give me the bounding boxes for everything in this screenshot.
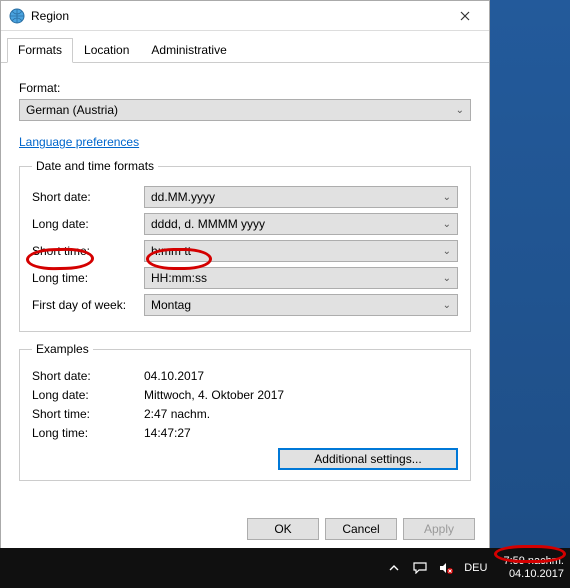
additional-settings-button[interactable]: Additional settings... — [278, 448, 458, 470]
long-date-value: dddd, d. MMMM yyyy — [151, 217, 265, 231]
ex-short-date-value: 04.10.2017 — [144, 369, 204, 383]
ex-long-time-label: Long time: — [32, 426, 144, 440]
long-date-label: Long date: — [32, 217, 144, 231]
taskbar: DEU 7:59 nachm. 04.10.2017 — [0, 548, 570, 588]
chevron-down-icon: ⌄ — [443, 192, 451, 203]
language-preferences-link[interactable]: Language preferences — [19, 135, 139, 149]
ex-long-time-value: 14:47:27 — [144, 426, 191, 440]
chevron-down-icon: ⌄ — [443, 246, 451, 257]
short-date-label: Short date: — [32, 190, 144, 204]
examples-group: Examples Short date:04.10.2017 Long date… — [19, 342, 471, 481]
first-day-dropdown[interactable]: Montag ⌄ — [144, 294, 458, 316]
group-legend: Date and time formats — [32, 159, 158, 173]
ex-short-time-label: Short time: — [32, 407, 144, 421]
system-tray: DEU 7:59 nachm. 04.10.2017 — [386, 555, 564, 581]
first-day-label: First day of week: — [32, 298, 144, 312]
volume-icon[interactable] — [438, 560, 454, 576]
language-indicator[interactable]: DEU — [464, 562, 487, 574]
cancel-button[interactable]: Cancel — [325, 518, 397, 540]
first-day-value: Montag — [151, 298, 191, 312]
tab-strip: Formats Location Administrative — [1, 33, 489, 63]
taskbar-time: 7:59 nachm. — [503, 555, 564, 568]
short-time-label: Short time: — [32, 244, 144, 258]
long-time-dropdown[interactable]: HH:mm:ss ⌄ — [144, 267, 458, 289]
chevron-down-icon: ⌄ — [443, 273, 451, 284]
examples-legend: Examples — [32, 342, 93, 356]
ex-long-date-label: Long date: — [32, 388, 144, 402]
tray-chevron-icon[interactable] — [386, 560, 402, 576]
window-title: Region — [31, 9, 443, 23]
action-center-icon[interactable] — [412, 560, 428, 576]
titlebar: Region — [1, 1, 489, 31]
close-icon — [460, 11, 470, 21]
long-time-value: HH:mm:ss — [151, 271, 207, 285]
tab-location[interactable]: Location — [73, 38, 140, 63]
dialog-body: Format: German (Austria) ⌄ Language pref… — [1, 63, 489, 499]
close-button[interactable] — [443, 2, 487, 30]
ok-button[interactable]: OK — [247, 518, 319, 540]
taskbar-date: 04.10.2017 — [503, 568, 564, 581]
format-dropdown[interactable]: German (Austria) ⌄ — [19, 99, 471, 121]
date-time-formats-group: Date and time formats Short date: dd.MM.… — [19, 159, 471, 332]
chevron-down-icon: ⌄ — [443, 300, 451, 311]
taskbar-clock[interactable]: 7:59 nachm. 04.10.2017 — [503, 555, 564, 581]
format-label: Format: — [19, 81, 471, 95]
desktop-background — [485, 0, 570, 549]
short-time-value: h:mm tt — [151, 244, 191, 258]
apply-button: Apply — [403, 518, 475, 540]
dialog-buttons: OK Cancel Apply — [241, 518, 475, 540]
short-time-dropdown[interactable]: h:mm tt ⌄ — [144, 240, 458, 262]
format-value: German (Austria) — [26, 103, 118, 117]
tab-formats[interactable]: Formats — [7, 38, 73, 63]
ex-long-date-value: Mittwoch, 4. Oktober 2017 — [144, 388, 284, 402]
long-time-label: Long time: — [32, 271, 144, 285]
long-date-dropdown[interactable]: dddd, d. MMMM yyyy ⌄ — [144, 213, 458, 235]
chevron-down-icon: ⌄ — [456, 105, 464, 116]
short-date-dropdown[interactable]: dd.MM.yyyy ⌄ — [144, 186, 458, 208]
ex-short-date-label: Short date: — [32, 369, 144, 383]
chevron-down-icon: ⌄ — [443, 219, 451, 230]
globe-icon — [9, 8, 25, 24]
tab-administrative[interactable]: Administrative — [140, 38, 237, 63]
region-dialog: Region Formats Location Administrative F… — [0, 0, 490, 549]
ex-short-time-value: 2:47 nachm. — [144, 407, 210, 421]
short-date-value: dd.MM.yyyy — [151, 190, 215, 204]
